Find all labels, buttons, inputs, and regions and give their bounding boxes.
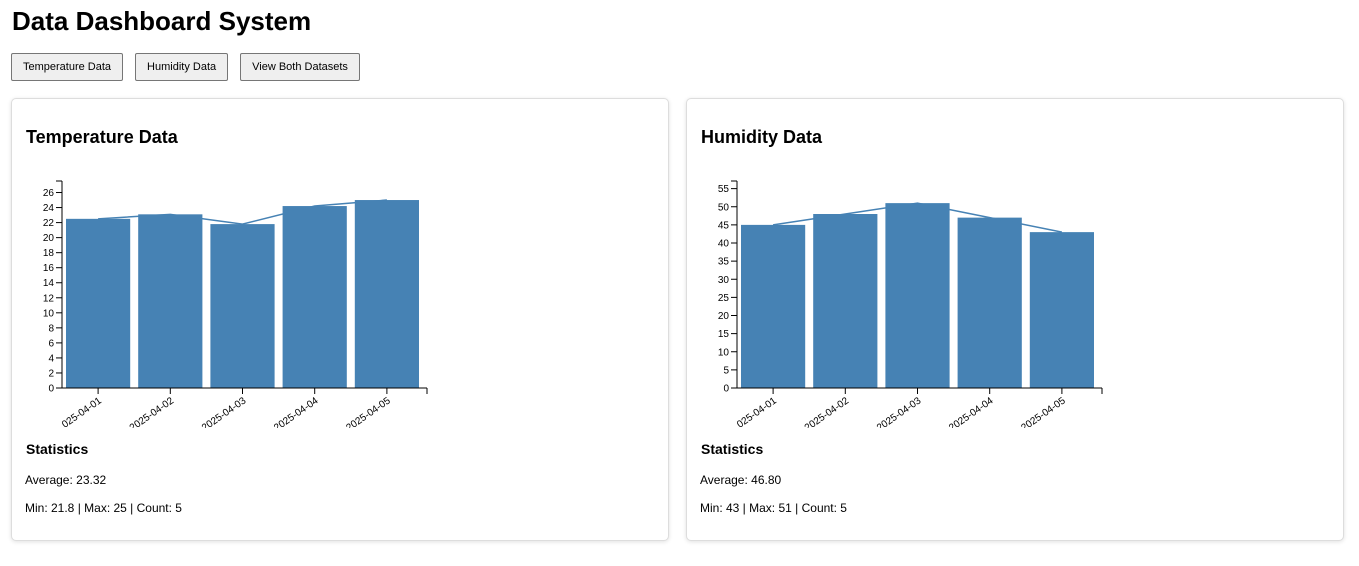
y-tick-label-30: 30 bbox=[718, 275, 730, 286]
y-tick-label-18: 18 bbox=[43, 248, 55, 259]
y-tick-label-0: 0 bbox=[723, 384, 729, 395]
x-tick-label-2025-04-02: 2025-04-02 bbox=[128, 395, 177, 434]
y-tick-label-0: 0 bbox=[48, 384, 54, 395]
x-tick-label-2025-04-03: 2025-04-03 bbox=[200, 395, 249, 434]
dataset-button-row: Temperature Data Humidity Data View Both… bbox=[11, 53, 360, 81]
statistics-heading: Statistics bbox=[701, 441, 764, 457]
y-tick-label-5: 5 bbox=[723, 365, 729, 376]
y-tick-label-25: 25 bbox=[718, 293, 730, 304]
average-stat: Average: 46.80 bbox=[700, 473, 782, 487]
x-tick-labels: 2025-04-01 2025-04-02 2025-04-03 2025-04-04… bbox=[56, 395, 393, 434]
y-tick-label-8: 8 bbox=[48, 323, 54, 334]
temperature-data-button[interactable]: Temperature Data bbox=[11, 53, 124, 81]
view-both-datasets-button[interactable]: View Both Datasets bbox=[240, 53, 360, 81]
bar-2025-04-05 bbox=[1029, 232, 1094, 388]
y-tick-label-14: 14 bbox=[43, 278, 55, 289]
y-tick-label-4: 4 bbox=[48, 353, 54, 364]
bar-2025-04-03 bbox=[885, 203, 950, 388]
statistics-heading: Statistics bbox=[26, 441, 89, 457]
bar-2025-04-04 bbox=[282, 206, 347, 388]
bar-2025-04-04 bbox=[957, 217, 1022, 388]
range-stat: Min: 21.8 | Max: 25 | Count: 5 bbox=[25, 501, 182, 515]
y-tick-label-10: 10 bbox=[43, 308, 55, 319]
x-tick-label-2025-04-03: 2025-04-03 bbox=[875, 395, 924, 434]
bar-2025-04-05 bbox=[354, 200, 419, 388]
bar-2025-04-01 bbox=[66, 218, 131, 388]
y-tick-label-6: 6 bbox=[48, 338, 54, 349]
x-tick-label-2025-04-01: 2025-04-01 bbox=[56, 395, 105, 434]
x-tick-label-2025-04-05: 2025-04-05 bbox=[1019, 395, 1068, 434]
bar-2025-04-02 bbox=[813, 214, 878, 388]
y-tick-label-20: 20 bbox=[718, 311, 730, 322]
humidity-chart: 05101520253035404550552025-04-01 2025-04-… bbox=[718, 180, 1103, 428]
humidity-panel: Humidity Data 0 5 10 15 20 25 30 35 40 45 50 55 2025… bbox=[686, 98, 1344, 541]
range-stat: Min: 43 | Max: 51 | Count: 5 bbox=[700, 501, 847, 515]
x-tick-label-2025-04-04: 2025-04-04 bbox=[272, 395, 321, 434]
temperature-panel: Temperature Data 0 2 4 6 8 10 12 14 16 18 20 22 24 26… bbox=[11, 98, 669, 541]
temperature-chart: 024681012141618202224262025-04-01 2025-04… bbox=[43, 180, 428, 428]
x-tick-label-2025-04-04: 2025-04-04 bbox=[947, 395, 996, 434]
y-tick-label-24: 24 bbox=[43, 203, 55, 214]
x-tick-labels: 2025-04-01 2025-04-02 2025-04-03 2025-04-04… bbox=[731, 395, 1068, 434]
y-tick-label-40: 40 bbox=[718, 239, 730, 250]
x-tick-label-2025-04-02: 2025-04-02 bbox=[803, 395, 852, 434]
y-tick-label-16: 16 bbox=[43, 263, 55, 274]
y-tick-label-10: 10 bbox=[718, 347, 730, 358]
y-tick-label-15: 15 bbox=[718, 329, 730, 340]
x-tick-label-2025-04-01: 2025-04-01 bbox=[731, 395, 780, 434]
y-tick-label-26: 26 bbox=[43, 188, 55, 199]
y-tick-label-12: 12 bbox=[43, 293, 55, 304]
y-tick-label-22: 22 bbox=[43, 218, 55, 229]
bar-2025-04-01 bbox=[741, 224, 806, 388]
y-tick-label-20: 20 bbox=[43, 233, 55, 244]
y-tick-label-35: 35 bbox=[718, 257, 730, 268]
y-tick-label-45: 45 bbox=[718, 220, 730, 231]
average-stat: Average: 23.32 bbox=[25, 473, 107, 487]
bar-2025-04-03 bbox=[210, 224, 275, 388]
page-title: Data Dashboard System bbox=[12, 6, 312, 36]
y-tick-label-55: 55 bbox=[718, 184, 730, 195]
y-tick-label-2: 2 bbox=[48, 368, 54, 379]
bar-2025-04-02 bbox=[138, 214, 203, 388]
y-tick-label-50: 50 bbox=[718, 202, 730, 213]
x-tick-label-2025-04-05: 2025-04-05 bbox=[344, 395, 393, 434]
humidity-data-button[interactable]: Humidity Data bbox=[135, 53, 229, 81]
